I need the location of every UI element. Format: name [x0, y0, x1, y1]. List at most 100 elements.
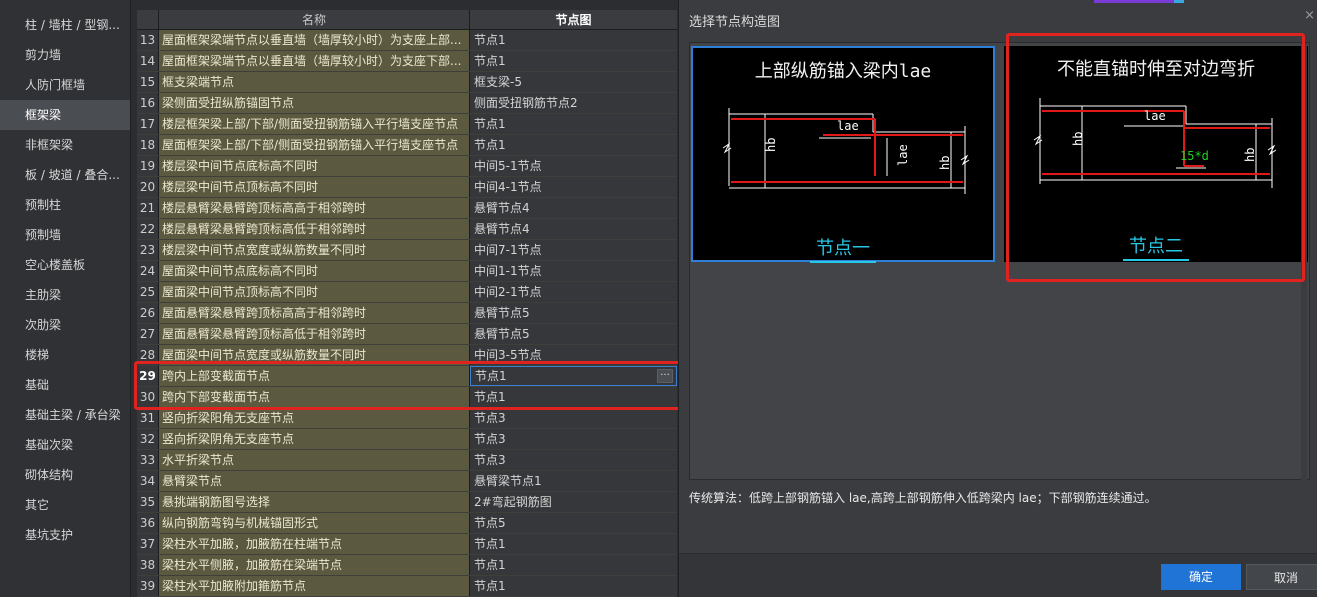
row-node-value[interactable]: 节点5 [470, 513, 677, 533]
sidebar-item[interactable]: 基坑支护 [0, 520, 130, 550]
row-node-value[interactable]: 节点1 [470, 534, 677, 554]
row-name: 梁柱水平侧腋，加腋筋在梁端节点 [159, 555, 470, 575]
sidebar-item[interactable]: 空心楼盖板 [0, 250, 130, 280]
sidebar-item[interactable]: 框架梁 [0, 100, 130, 130]
table-row[interactable]: 13 屋面框架梁端节点以垂直墙（墙厚较小时）为支座上部... 节点1 [137, 30, 677, 51]
table-row[interactable]: 19 楼层梁中间节点底标高不同时 中间5-1节点 [137, 156, 677, 177]
sidebar-item[interactable]: 主肋梁 [0, 280, 130, 310]
row-node-value[interactable]: 节点1 [470, 555, 677, 575]
row-node-value[interactable]: 悬臂节点5 [470, 303, 677, 323]
row-node-value[interactable]: 中间5-1节点 [470, 156, 677, 176]
node-2-diagram: hb lae 15*d hb [1033, 98, 1277, 188]
table-row[interactable]: 22 楼层悬臂梁悬臂跨顶标高低于相邻跨时 悬臂节点4 [137, 219, 677, 240]
table-row[interactable]: 31 竖向折梁阳角无支座节点 节点3 [137, 408, 677, 429]
table-row[interactable]: 39 梁柱水平加腋附加箍筋节点 节点1 [137, 576, 677, 597]
row-name: 楼层梁中间节点宽度或纵筋数量不同时 [159, 240, 470, 260]
sidebar-item[interactable]: 基础次梁 [0, 430, 130, 460]
header-node-diagram[interactable]: 节点图 [470, 10, 677, 29]
sidebar-item[interactable]: 剪力墙 [0, 40, 130, 70]
table-row[interactable]: 27 屋面悬臂梁悬臂跨顶标高低于相邻跨时 悬臂节点5 [137, 324, 677, 345]
table-row[interactable]: 17 楼层框架梁上部/下部/侧面受扭钢筋锚入平行墙支座节点 节点1 [137, 114, 677, 135]
lae-label-2: lae [1144, 109, 1166, 123]
row-node-value[interactable]: 节点1 [470, 135, 677, 155]
row-node-value[interactable]: 悬臂节点4 [470, 198, 677, 218]
row-node-value[interactable]: 悬臂梁节点1 [470, 471, 677, 491]
table-row[interactable]: 29 跨内上部变截面节点 节点1 ··· [137, 366, 677, 387]
sidebar-item[interactable]: 其它 [0, 490, 130, 520]
table-row[interactable]: 30 跨内下部变截面节点 节点1 [137, 387, 677, 408]
row-name: 楼层框架梁上部/下部/侧面受扭钢筋锚入平行墙支座节点 [159, 114, 470, 134]
sidebar-item[interactable]: 基础 [0, 370, 130, 400]
row-name: 楼层梁中间节点顶标高不同时 [159, 177, 470, 197]
category-list: 柱 / 墙柱 / 型钢... 剪力墙 人防门框墙 框架梁 非框架梁板 / 坡道 / 叠合… [0, 0, 130, 550]
row-number: 22 [137, 219, 159, 239]
row-number: 39 [137, 576, 159, 596]
row-node-value[interactable]: 悬臂节点4 [470, 219, 677, 239]
row-node-value[interactable]: 框支梁-5 [470, 72, 677, 92]
row-node-value[interactable]: 节点3 [470, 429, 677, 449]
cancel-button[interactable]: 取消 [1246, 564, 1317, 590]
table-row[interactable]: 26 屋面悬臂梁悬臂跨顶标高高于相邻跨时 悬臂节点5 [137, 303, 677, 324]
sidebar-item[interactable]: 楼梯 [0, 340, 130, 370]
row-node-value[interactable]: 节点3 [470, 450, 677, 470]
row-node-value[interactable]: 侧面受扭钢筋节点2 [470, 93, 677, 113]
row-node-value[interactable]: 节点1 ··· [470, 366, 677, 386]
table-row[interactable]: 25 屋面梁中间节点顶标高不同时 中间2-1节点 [137, 282, 677, 303]
row-node-value[interactable]: 中间4-1节点 [470, 177, 677, 197]
sidebar-item[interactable]: 砌体结构 [0, 460, 130, 490]
row-name: 楼层悬臂梁悬臂跨顶标高低于相邻跨时 [159, 219, 470, 239]
table-row[interactable]: 20 楼层梁中间节点顶标高不同时 中间4-1节点 [137, 177, 677, 198]
node-thumbnail-2[interactable]: 不能直锚时伸至对边弯折 hb lae 15*d hb 节点二 [1004, 46, 1308, 262]
sidebar-item[interactable]: 次肋梁 [0, 310, 130, 340]
lae-vertical-label: lae [896, 144, 910, 166]
sidebar-item[interactable]: 柱 / 墙柱 / 型钢... [0, 10, 130, 40]
table-row[interactable]: 35 悬挑端钢筋图号选择 2#弯起钢筋图 [137, 492, 677, 513]
table-row[interactable]: 16 梁侧面受扭纵筋锚固节点 侧面受扭钢筋节点2 [137, 93, 677, 114]
table-row[interactable]: 34 悬臂梁节点 悬臂梁节点1 [137, 471, 677, 492]
sidebar-item[interactable]: 板 / 坡道 / 叠合... [0, 160, 130, 190]
row-node-value[interactable]: 2#弯起钢筋图 [470, 492, 677, 512]
row-node-value[interactable]: 中间1-1节点 [470, 261, 677, 281]
more-options-button[interactable]: ··· [657, 369, 673, 383]
close-icon[interactable]: × [1304, 8, 1315, 23]
grid-body: 13 屋面框架梁端节点以垂直墙（墙厚较小时）为支座上部... 节点1 14 屋面框架梁端… [137, 30, 677, 597]
table-row[interactable]: 32 竖向折梁阴角无支座节点 节点3 [137, 429, 677, 450]
row-node-value[interactable]: 中间7-1节点 [470, 240, 677, 260]
sidebar-item[interactable]: 人防门框墙 [0, 70, 130, 100]
table-row[interactable]: 14 屋面框架梁端节点以垂直墙（墙厚较小时）为支座下部... 节点1 [137, 51, 677, 72]
row-node-value[interactable]: 节点1 [470, 51, 677, 71]
header-name[interactable]: 名称 [159, 10, 470, 29]
table-row[interactable]: 28 屋面梁中间节点宽度或纵筋数量不同时 中间3-5节点 [137, 345, 677, 366]
row-node-value[interactable]: 节点1 [470, 30, 677, 50]
sidebar-item[interactable]: 预制墙 [0, 220, 130, 250]
row-node-value[interactable]: 中间2-1节点 [470, 282, 677, 302]
row-node-value[interactable]: 节点1 [470, 576, 677, 596]
table-row[interactable]: 24 屋面梁中间节点底标高不同时 中间1-1节点 [137, 261, 677, 282]
row-node-text: 框支梁-5 [474, 75, 522, 89]
row-number: 27 [137, 324, 159, 344]
row-number: 15 [137, 72, 159, 92]
table-row[interactable]: 15 框支梁端节点 框支梁-5 [137, 72, 677, 93]
table-row[interactable]: 21 楼层悬臂梁悬臂跨顶标高高于相邻跨时 悬臂节点4 [137, 198, 677, 219]
table-row[interactable]: 36 纵向钢筋弯钩与机械锚固形式 节点5 [137, 513, 677, 534]
table-row[interactable]: 38 梁柱水平侧腋，加腋筋在梁端节点 节点1 [137, 555, 677, 576]
table-row[interactable]: 18 屋面框架梁上部/下部/侧面受扭钢筋锚入平行墙支座节点 节点1 [137, 135, 677, 156]
row-node-value[interactable]: 节点1 [470, 387, 677, 407]
table-row[interactable]: 23 楼层梁中间节点宽度或纵筋数量不同时 中间7-1节点 [137, 240, 677, 261]
row-node-value[interactable]: 节点1 [470, 114, 677, 134]
thumbnail-1-label: 节点一 [693, 234, 993, 263]
row-name: 屋面梁中间节点宽度或纵筋数量不同时 [159, 345, 470, 365]
row-node-value[interactable]: 节点3 [470, 408, 677, 428]
table-row[interactable]: 33 水平折梁节点 节点3 [137, 450, 677, 471]
header-row-number [137, 10, 159, 29]
node-thumbnail-1[interactable]: 上部纵筋锚入梁内lae hb lae lae hb 节点一 [691, 46, 995, 263]
sidebar-item[interactable]: 非框架梁 [0, 130, 130, 160]
sidebar-item[interactable]: 预制柱 [0, 190, 130, 220]
gallery-scrollbar[interactable] [1301, 43, 1307, 481]
sidebar-item[interactable]: 基础主梁 / 承台梁 [0, 400, 130, 430]
row-node-value[interactable]: 中间3-5节点 [470, 345, 677, 365]
row-name: 悬挑端钢筋图号选择 [159, 492, 470, 512]
ok-button[interactable]: 确定 [1161, 564, 1241, 590]
row-node-value[interactable]: 悬臂节点5 [470, 324, 677, 344]
table-row[interactable]: 37 梁柱水平加腋，加腋筋在柱端节点 节点1 [137, 534, 677, 555]
